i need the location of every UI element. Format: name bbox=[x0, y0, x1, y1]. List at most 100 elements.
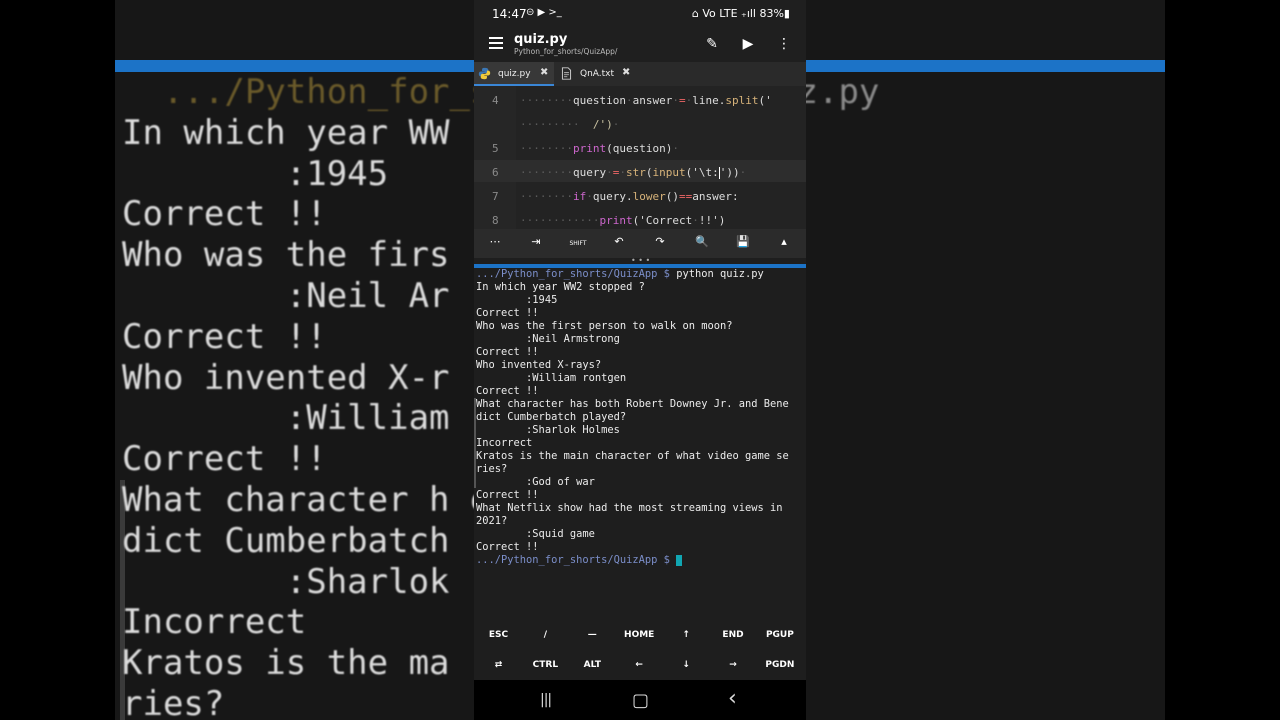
tab-label: QnA.txt bbox=[580, 69, 615, 79]
terminal-text: In which year WW2 stopped ? bbox=[476, 281, 645, 293]
key-sym04[interactable]: ↑ bbox=[663, 620, 710, 650]
code-token: ········ bbox=[520, 94, 573, 107]
file-path: Python_for_shorts/QuizApp/ bbox=[514, 47, 618, 56]
expand-icon[interactable]: ▴ bbox=[774, 235, 794, 248]
code-token: () bbox=[665, 190, 679, 203]
line-number: 8 bbox=[492, 214, 499, 227]
code-text: ········if·query.lower()==answer: bbox=[520, 190, 739, 203]
run-icon[interactable]: ▶ bbox=[739, 36, 757, 52]
terminal-line: :Neil Armstrong bbox=[476, 333, 804, 346]
python-icon bbox=[478, 67, 491, 80]
terminal-text: ries? bbox=[476, 463, 508, 475]
key-sym15[interactable]: → bbox=[710, 650, 757, 680]
terminal-text: :1945 bbox=[476, 294, 558, 306]
app-bar: quiz.py Python_for_shorts/QuizApp/ ✎ ▶ ⋮ bbox=[474, 28, 806, 62]
tab-qna-txt[interactable]: QnA.txt ✖ bbox=[556, 62, 636, 86]
code-token: question bbox=[572, 94, 626, 107]
code-token: ')) bbox=[719, 166, 740, 179]
code-line[interactable]: 4 ········question·answer·=·line.split(' bbox=[474, 88, 806, 110]
code-text: ········print(question)· bbox=[520, 142, 679, 155]
terminal-text: :Neil Armstrong bbox=[476, 333, 620, 345]
code-text: ········· /')· bbox=[520, 118, 619, 131]
code-token: if bbox=[572, 190, 587, 203]
code-token: · bbox=[586, 190, 593, 203]
code-token: answer bbox=[632, 94, 673, 107]
key-home[interactable]: HOME bbox=[616, 620, 663, 650]
code-line[interactable]: ········· /')· bbox=[474, 112, 806, 134]
terminal-line: :Squid game bbox=[476, 528, 804, 541]
key-sym02[interactable]: — bbox=[569, 620, 616, 650]
back-button[interactable]: ‹ bbox=[728, 686, 737, 711]
key-pgdn[interactable]: PGDN bbox=[756, 650, 803, 680]
status-right-icons: ⌂ Vo LTE ₊ıll 83%▮ bbox=[691, 7, 790, 20]
terminal-line: Incorrect bbox=[476, 437, 804, 450]
extra-keys-bar: ESC / — HOME ↑ END PGUP ⇄ CTRL ALT ← ↓ → PGDN bbox=[474, 620, 806, 680]
code-token: lower bbox=[632, 190, 666, 203]
more-icon[interactable]: ⋯ bbox=[485, 235, 505, 248]
terminal-text: :Squid game bbox=[476, 528, 595, 540]
tab-key-icon[interactable]: ⇥ bbox=[526, 235, 546, 248]
tab-label: quiz.py bbox=[498, 69, 531, 79]
phone-screen: 14:47 ⊝ ▶ >_ ⌂ Vo LTE ₊ıll 83%▮ quiz.py … bbox=[474, 0, 806, 720]
code-line[interactable]: 6 ········query·=·str(input('\t:'))· bbox=[474, 160, 806, 182]
recents-button[interactable]: ||| bbox=[540, 692, 552, 708]
file-tabs: quiz.py ✖ QnA.txt ✖ bbox=[474, 62, 806, 86]
code-editor[interactable]: 4 ········question·answer·=·line.split(' ·… bbox=[474, 86, 806, 229]
code-line[interactable]: 7 ········if·query.lower()==answer: bbox=[474, 184, 806, 206]
key-end[interactable]: END bbox=[710, 620, 757, 650]
status-time: 14:47 bbox=[492, 7, 527, 21]
terminal-text: Who was the first person to walk on moon… bbox=[476, 320, 733, 332]
terminal-text: Correct !! bbox=[476, 307, 539, 319]
key-sym13[interactable]: ← bbox=[616, 650, 663, 680]
line-number: 7 bbox=[492, 190, 499, 203]
key-alt[interactable]: ALT bbox=[569, 650, 616, 680]
menu-icon[interactable] bbox=[489, 37, 503, 53]
terminal-text: Incorrect bbox=[476, 437, 533, 449]
key-pgup[interactable]: PGUP bbox=[756, 620, 803, 650]
redo-icon[interactable]: ↷ bbox=[650, 235, 670, 248]
terminal[interactable]: .../Python_for_shorts/QuizApp $ python q… bbox=[474, 268, 806, 620]
search-icon[interactable]: 🔍 bbox=[692, 235, 712, 248]
more-icon[interactable]: ⋮ bbox=[775, 36, 793, 52]
code-token: · bbox=[619, 166, 626, 179]
terminal-line: Correct !! bbox=[476, 307, 804, 320]
terminal-line: .../Python_for_shorts/QuizApp $ python q… bbox=[476, 268, 804, 281]
code-token: ('\t: bbox=[685, 166, 719, 179]
line-number: 6 bbox=[492, 166, 499, 179]
text-file-icon bbox=[561, 67, 572, 80]
terminal-line: 2021? bbox=[476, 515, 804, 528]
tab-quiz-py[interactable]: quiz.py ✖ bbox=[474, 62, 554, 86]
terminal-text: :William rontgen bbox=[476, 372, 627, 384]
code-token: · bbox=[606, 166, 613, 179]
key-sym14[interactable]: ↓ bbox=[663, 650, 710, 680]
close-icon[interactable]: ✖ bbox=[540, 67, 548, 78]
code-token: · bbox=[692, 214, 699, 227]
code-token: · bbox=[739, 166, 747, 179]
code-token: ('Correct bbox=[632, 214, 693, 227]
key-ctrl[interactable]: CTRL bbox=[522, 650, 569, 680]
code-token: · bbox=[625, 94, 633, 107]
code-token: print bbox=[599, 214, 633, 227]
save-icon[interactable]: 💾 bbox=[733, 235, 753, 248]
terminal-line: Correct !! bbox=[476, 489, 804, 502]
code-token: ········ bbox=[520, 166, 573, 179]
code-text: ········query·=·str(input('\t:'))· bbox=[520, 166, 746, 179]
code-token: print bbox=[572, 142, 607, 155]
code-line[interactable]: 5 ········print(question)· bbox=[474, 136, 806, 158]
home-button[interactable]: ▢ bbox=[632, 690, 649, 711]
editor-toolbar: ⋯ ⇥ SHIFT ↶ ↷ 🔍 💾 ▴ bbox=[474, 229, 806, 258]
edit-icon[interactable]: ✎ bbox=[703, 36, 721, 52]
terminal-text: :God of war bbox=[476, 476, 595, 488]
key-sym10[interactable]: ⇄ bbox=[475, 650, 522, 680]
shift-key[interactable]: SHIFT bbox=[568, 240, 588, 247]
terminal-text: dict Cumberbatch played? bbox=[476, 411, 627, 423]
code-line[interactable]: 8 ············print('Correct·!!') bbox=[474, 208, 806, 229]
undo-icon[interactable]: ↶ bbox=[609, 235, 629, 248]
close-icon[interactable]: ✖ bbox=[622, 67, 630, 78]
terminal-text: Correct !! bbox=[476, 346, 539, 358]
code-token: line. bbox=[692, 94, 726, 107]
terminal-prompt: .../Python_for_shorts/QuizApp $ bbox=[476, 268, 677, 280]
key-esc[interactable]: ESC bbox=[475, 620, 522, 650]
key-sym01[interactable]: / bbox=[522, 620, 569, 650]
code-token: ············ bbox=[520, 214, 600, 227]
